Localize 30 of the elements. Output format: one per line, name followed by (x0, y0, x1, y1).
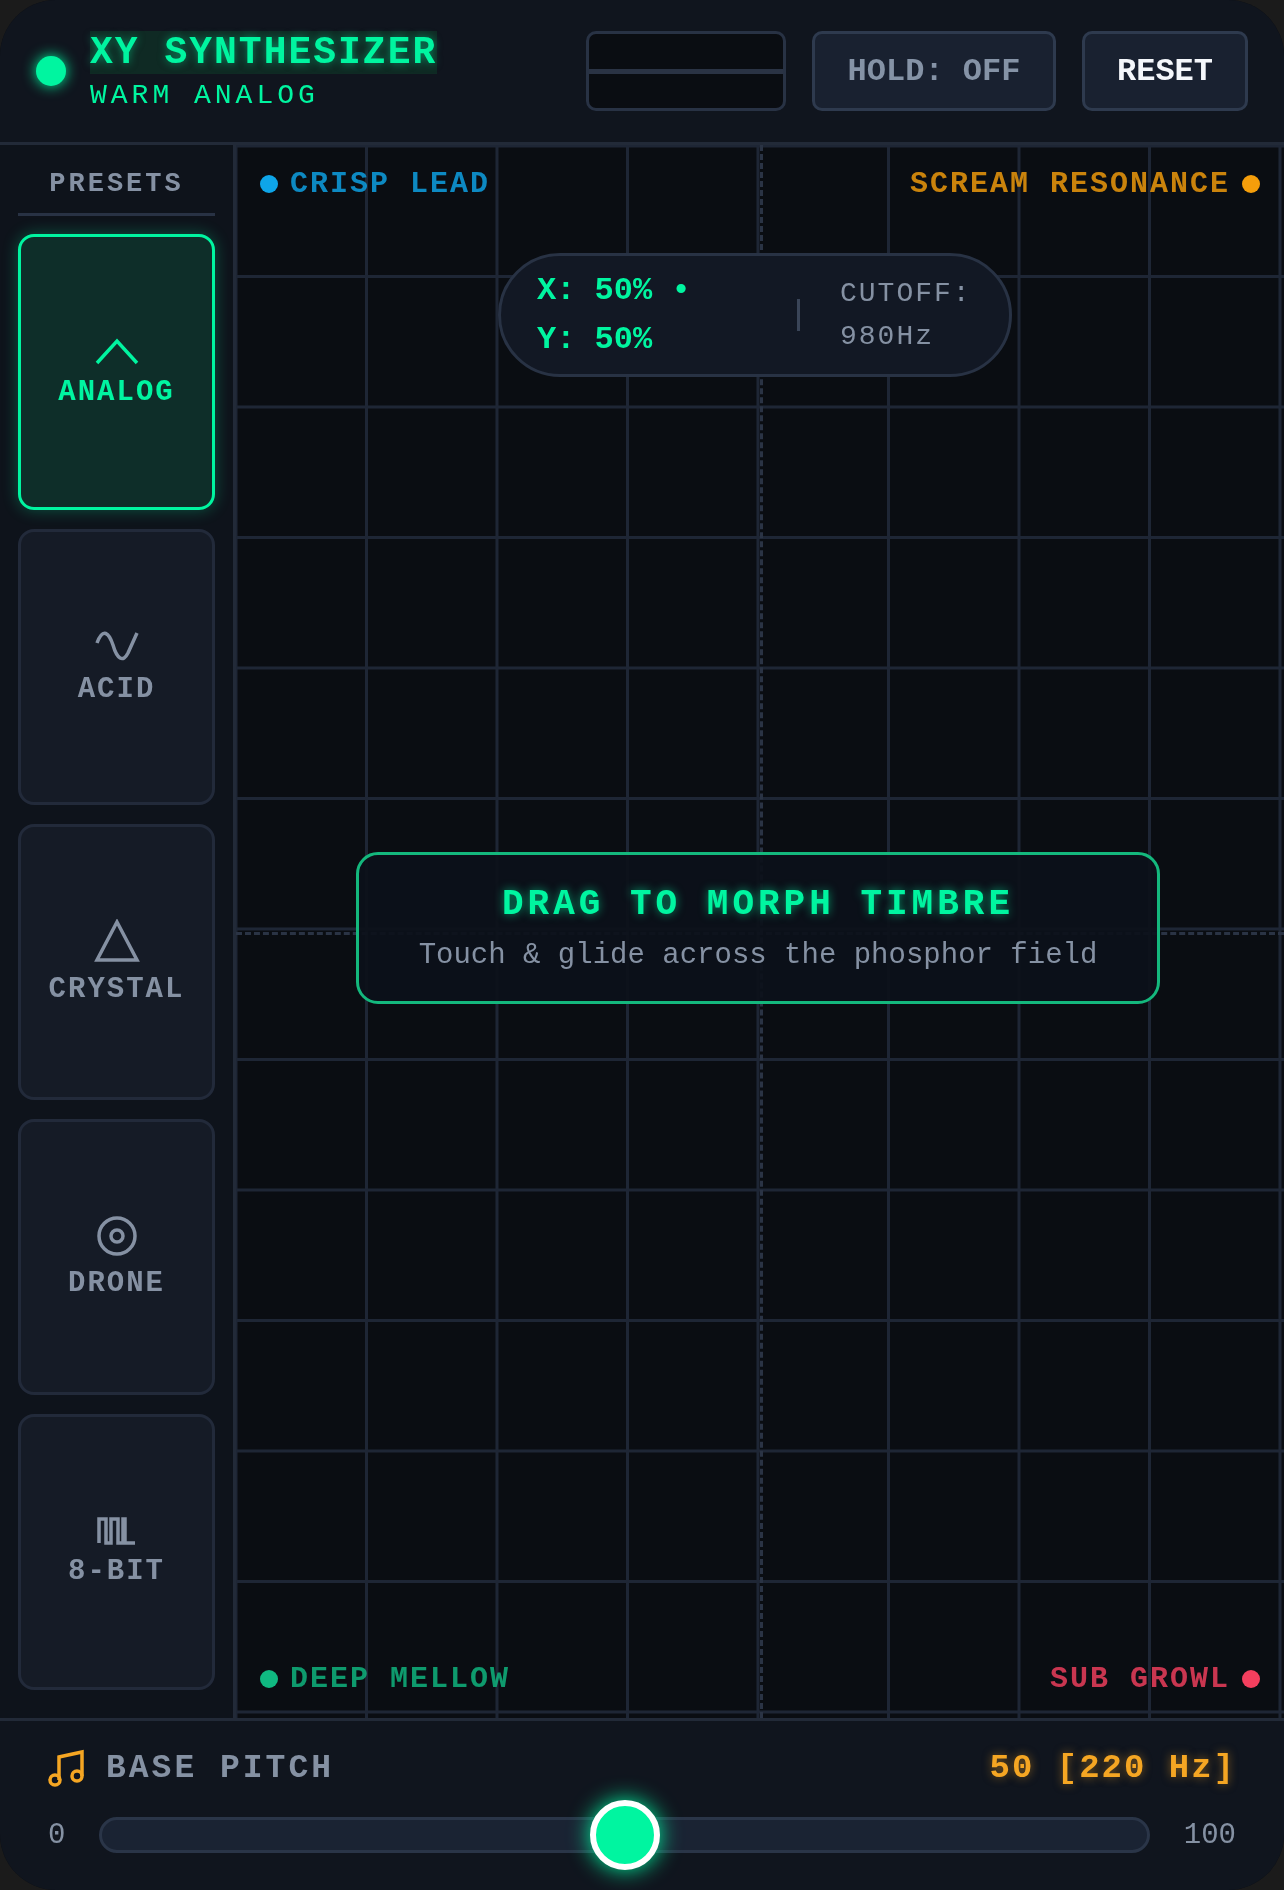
preset-card[interactable]: ACID (18, 529, 215, 805)
pitch-value: 50 [220 Hz] (989, 1749, 1236, 1787)
presets-heading: PRESETS (18, 145, 215, 216)
cutoff-value: 980Hz (840, 321, 935, 352)
reset-button[interactable]: RESET (1082, 31, 1248, 111)
slider-thumb[interactable] (589, 1800, 660, 1870)
slider-max: 100 (1183, 1818, 1236, 1852)
xy-pad[interactable]: CRISP LEAD SCREAM RESONANCE DEEP MELLOW SUB GROWL X: 50% • Y: 50% CUTOFF: 980Hz DRAG TO MORPH TIMBRE Touch & glide across the phosphor field (236, 145, 1284, 1718)
hold-button[interactable]: HOLD: OFF (812, 31, 1056, 111)
triangle-icon (93, 918, 140, 963)
square-wave-icon (96, 1516, 137, 1545)
preset-card[interactable]: CRYSTAL (18, 824, 215, 1100)
target-icon (95, 1214, 138, 1257)
hint-title: DRAG TO MORPH TIMBRE (501, 884, 1015, 925)
corner-label: SCREAM RESONANCE (909, 167, 1230, 201)
preset-card[interactable]: 8-BIT (18, 1414, 215, 1690)
hint-text: Touch & glide across the phosphor field (418, 939, 1098, 972)
status-dot (36, 56, 66, 86)
y-readout: Y: 50% (537, 321, 654, 358)
corner-label: CRISP LEAD (290, 167, 491, 201)
corner-label: DEEP MELLOW (290, 1662, 511, 1696)
preset-subtitle: WARM ANALOG (90, 80, 320, 111)
corner-label: SUB GROWL (1049, 1662, 1230, 1696)
pitch-label: BASE PITCH (106, 1749, 335, 1787)
preset-card[interactable]: ANALOG (18, 234, 215, 510)
slider-min: 0 (48, 1818, 66, 1852)
preset-card[interactable]: DRONE (18, 1119, 215, 1395)
x-readout: X: 50% • (537, 272, 692, 309)
cutoff-label: CUTOFF: (840, 278, 972, 309)
app-title: XY SYNTHESIZER (90, 31, 438, 74)
